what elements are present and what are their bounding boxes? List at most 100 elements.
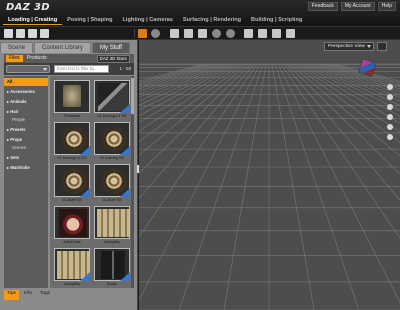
open-file-icon[interactable] [16, 29, 25, 38]
frame-icon[interactable] [387, 124, 393, 130]
category-all[interactable]: All [4, 78, 48, 86]
category-animals[interactable]: ▸ Animals [4, 98, 48, 106]
content-panel: Scene Content Library My Stuff Files Pro… [0, 40, 138, 310]
reset-view-icon[interactable] [387, 134, 393, 140]
scrollbar-thumb[interactable] [131, 78, 134, 114]
top-links: Feedback My Account Help [307, 2, 396, 11]
category-list: All ▸ Accessories ▸ Animals ▸ Hair Peopl… [4, 76, 48, 288]
ground-grid [139, 63, 400, 310]
rotate-icon[interactable] [151, 29, 160, 38]
category-people[interactable]: People [4, 116, 48, 124]
grid-line [319, 63, 400, 92]
orbit-icon[interactable] [387, 84, 393, 90]
camera-dropdown[interactable]: Perspective View [324, 42, 374, 51]
asset-thumbnail[interactable] [54, 164, 90, 197]
category-hair[interactable]: ▸ Hair [4, 108, 48, 116]
dolly-icon[interactable] [387, 104, 393, 110]
daz-store-button[interactable]: DAZ 3D Store [96, 55, 130, 63]
bottom-tabs: Tips Info Tags [4, 290, 134, 300]
feedback-link[interactable]: Feedback [307, 2, 338, 11]
asset-thumbnail[interactable] [94, 164, 130, 197]
grid-line [271, 63, 315, 310]
asset-label: Boots [107, 282, 117, 286]
asset-thumbnail[interactable] [94, 206, 130, 239]
daz-logo: DAZ 3D [6, 2, 50, 14]
viewport-menu-icon[interactable] [377, 42, 387, 51]
region-nav-icon[interactable] [244, 29, 253, 38]
category-wardrobe[interactable]: ▸ Wardrobe [4, 164, 48, 172]
tab-info[interactable]: Info [21, 290, 35, 300]
grid-line [316, 63, 400, 95]
asset-preview [61, 126, 87, 152]
grid-line [277, 63, 400, 303]
chevron-down-icon [43, 68, 47, 71]
my-account-link[interactable]: My Account [340, 2, 375, 11]
joint-editor-icon[interactable] [212, 29, 221, 38]
nav-loading-creating[interactable]: Loading | Creating [3, 15, 63, 25]
grid-line [313, 63, 400, 98]
render-icon[interactable] [272, 29, 281, 38]
new-file-icon[interactable] [4, 29, 13, 38]
category-scenes[interactable]: Scenes [4, 144, 48, 152]
panel-tabs: Scene Content Library My Stuff [0, 42, 138, 53]
grid-line [139, 63, 210, 85]
asset-thumbnail[interactable] [94, 248, 130, 281]
asset-thumbnail[interactable] [54, 206, 90, 239]
subtab-files[interactable]: Files [6, 55, 23, 62]
filter-input[interactable]: Enter text to filter by... [54, 65, 109, 73]
category-dropdown[interactable] [6, 65, 50, 73]
node-select-icon[interactable] [138, 29, 147, 38]
tab-scene[interactable]: Scene [0, 42, 34, 53]
asset-scrollbar[interactable] [131, 76, 134, 288]
pan-icon[interactable] [387, 94, 393, 100]
asset-label: 01-Staff DS [62, 198, 82, 202]
tab-tags[interactable]: Tags [37, 290, 53, 300]
grid-line [139, 63, 222, 95]
nav-surfacing-rendering[interactable]: Surfacing | Rendering [178, 15, 246, 25]
grid-line [139, 63, 246, 142]
document-icon[interactable] [40, 29, 49, 38]
spot-render-icon[interactable] [258, 29, 267, 38]
asset-label: Adiva Hair [63, 240, 81, 244]
nav-building-scripting[interactable]: Building | Scripting [246, 15, 307, 25]
asset-preview [63, 85, 81, 107]
tab-tips[interactable]: Tips [4, 290, 19, 300]
figure-icon[interactable] [286, 29, 295, 38]
asset-thumbnail[interactable] [54, 122, 90, 155]
asset-grid: !Pedestal 01-Earring L1 SS 01-Earring L2… [50, 76, 134, 288]
asset-thumbnail[interactable] [54, 80, 90, 113]
scale-tool-icon[interactable] [198, 29, 207, 38]
subtab-products[interactable]: Products [24, 55, 50, 62]
move-tool-icon[interactable] [184, 29, 193, 38]
category-presets[interactable]: ▸ Presets [4, 126, 48, 134]
3d-viewport[interactable]: Perspective View [139, 40, 400, 310]
universal-tool-icon[interactable] [170, 29, 179, 38]
grid-line [295, 63, 400, 133]
nav-posing-shaping[interactable]: Posing | Shaping [62, 15, 117, 25]
grid-line [274, 63, 360, 310]
asset-thumbnail[interactable] [94, 122, 130, 155]
asset-preview [101, 251, 125, 279]
save-file-icon[interactable] [28, 29, 37, 38]
nav-lighting-cameras[interactable]: Lighting | Cameras [118, 15, 178, 25]
result-count: 1 - 58 [119, 66, 131, 71]
asset-label: 01-Earring SS [100, 156, 124, 160]
asset-preview [97, 209, 129, 237]
asset-preview [61, 168, 87, 194]
tab-my-stuff[interactable]: My Stuff [92, 42, 130, 53]
grid-line [139, 63, 255, 200]
grid-line [307, 63, 400, 106]
main-toolbar [0, 26, 400, 40]
category-props[interactable]: ▸ Props [4, 136, 48, 144]
help-link[interactable]: Help [377, 2, 396, 11]
asset-preview [101, 168, 127, 194]
asset-label: Archpillar [104, 240, 120, 244]
category-accessories[interactable]: ▸ Accessories [4, 88, 48, 96]
tab-content-library[interactable]: Content Library [34, 42, 92, 53]
category-sets[interactable]: ▸ Sets [4, 154, 48, 162]
asset-label: Archpillar [64, 282, 80, 286]
surface-selection-icon[interactable] [226, 29, 235, 38]
asset-thumbnail[interactable] [54, 248, 90, 281]
zoom-icon[interactable] [387, 114, 393, 120]
asset-thumbnail[interactable] [94, 80, 130, 113]
